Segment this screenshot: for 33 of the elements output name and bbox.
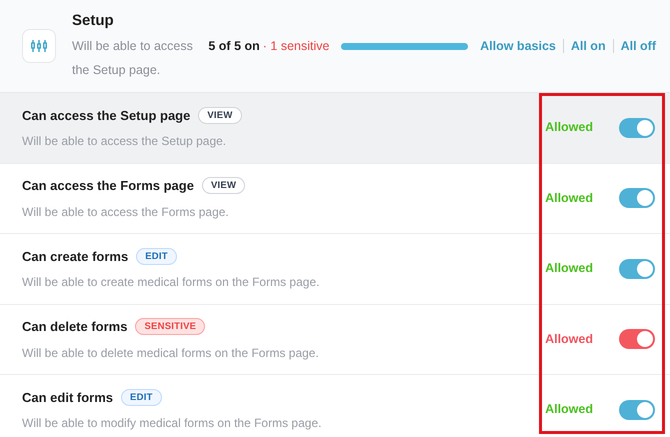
- permission-description: Will be able to access the Forms page.: [22, 204, 230, 220]
- permission-title: Can access the Setup page: [22, 106, 190, 125]
- section-title: Setup: [72, 10, 115, 31]
- permission-tag: VIEW: [202, 177, 246, 194]
- permission-tag: VIEW: [198, 106, 242, 124]
- permission-tag: EDIT: [136, 248, 177, 265]
- status-label: Allowed: [545, 190, 593, 207]
- toggle-switch[interactable]: [619, 258, 655, 279]
- permission-tag: SENSITIVE: [135, 318, 206, 336]
- enabled-count: 5 of 5 on: [208, 38, 260, 55]
- toggle-switch[interactable]: [619, 188, 655, 208]
- sensitive-count: · 1 sensitive: [262, 38, 330, 55]
- permission-description: Will be able to modify medical forms on the Forms page.: [22, 415, 322, 432]
- permission-title: Can access the Forms page: [22, 177, 194, 195]
- toggle-switch[interactable]: [619, 118, 655, 138]
- section-description: Will be able to access the Setup page.: [72, 38, 194, 80]
- permission-description: Will be able to delete medical forms on the Forms page.: [22, 344, 320, 362]
- toggle-switch[interactable]: [619, 400, 655, 420]
- permission-description: Will be able to create medical forms on the Forms page.: [22, 274, 320, 291]
- permission-title: Can edit forms: [22, 388, 114, 406]
- status-label: Allowed: [545, 119, 593, 136]
- permission-description: Will be able to access the Setup page.: [22, 133, 228, 150]
- status-label: Allowed: [545, 260, 593, 278]
- status-label: Allowed: [545, 401, 593, 418]
- toggle-switch[interactable]: [619, 329, 655, 350]
- permission-title: Can delete forms: [22, 318, 128, 336]
- action-link[interactable]: Allow basics: [480, 36, 556, 56]
- sliders-icon: [22, 29, 56, 63]
- permission-title: Can create forms: [22, 248, 128, 266]
- action-link[interactable]: All on: [570, 36, 606, 56]
- action-link[interactable]: All off: [620, 36, 656, 56]
- permission-tag: EDIT: [121, 388, 162, 406]
- status-label: Allowed: [545, 330, 593, 348]
